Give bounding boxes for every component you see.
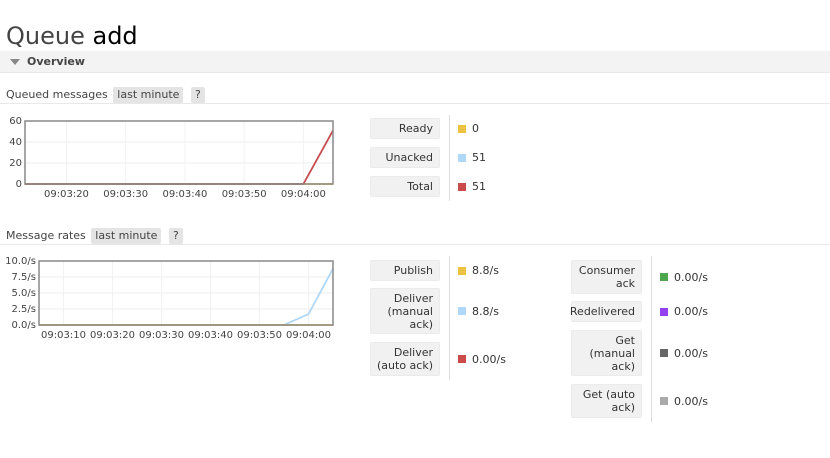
legend-swatch (458, 124, 466, 133)
x-tick-label: 09:03:20 (44, 189, 89, 200)
page-title-prefix: Queue (6, 22, 85, 50)
queued-messages-title: Queued messages (6, 88, 108, 101)
legend-value-text: 8.8/s (472, 264, 499, 277)
legend-value: 0 (458, 119, 479, 139)
legend-label-publish[interactable]: Publish (370, 260, 440, 281)
legend-value: 8.8/s (458, 301, 499, 321)
legend-label-consumer-ack[interactable]: Consumer ack (571, 260, 642, 294)
queued-messages-chart: 0 20 40 60 09:03:20 09:03:30 09:03:40 09:03:50 0… (9, 116, 334, 200)
x-tick-label: 09:04:00 (286, 330, 331, 341)
y-tick-label: 0 (16, 179, 22, 190)
legend-separator (449, 256, 450, 380)
legend-value: 8.8/s (458, 261, 499, 281)
legend-label-deliver-manual-ack[interactable]: Deliver (manual ack) (370, 288, 440, 334)
legend-swatch (458, 307, 466, 315)
legend-swatch (660, 349, 668, 357)
legend-value-text: 0.00/s (674, 270, 708, 284)
collapse-triangle-icon (10, 59, 20, 65)
x-tick-label: 09:03:10 (41, 330, 86, 341)
legend-separator (449, 115, 450, 201)
legend-value: 0.00/s (660, 302, 708, 322)
y-tick-label: 2.5/s (12, 304, 36, 315)
legend-swatch (458, 355, 466, 363)
queue-name: add (92, 22, 138, 50)
legend-value-text: 51 (472, 180, 486, 193)
legend-label-deliver-auto-ack[interactable]: Deliver (auto ack) (370, 342, 440, 376)
plot-frame (24, 120, 334, 185)
legend-value: 0.00/s (660, 343, 708, 363)
series-line-total (25, 130, 334, 185)
legend-separator (651, 256, 652, 422)
legend-value: 0.00/s (458, 349, 506, 369)
x-tick-label: 09:03:50 (222, 189, 267, 200)
message-rates-range-selector[interactable]: last minute (91, 228, 162, 244)
divider (0, 244, 830, 245)
y-tick-label: 7.5/s (12, 272, 36, 283)
x-tick-label: 09:04:00 (281, 189, 326, 200)
y-tick-label: 40 (9, 137, 22, 148)
legend-swatch (458, 182, 466, 191)
legend-label-unacked[interactable]: Unacked (370, 147, 440, 168)
legend-value: 51 (458, 148, 486, 168)
legend-label-ready[interactable]: Ready (370, 118, 440, 139)
overview-section-toggle[interactable]: Overview (0, 51, 830, 73)
legend-label-get-manual-ack[interactable]: Get (manual ack) (571, 330, 642, 376)
divider (0, 103, 830, 104)
legend-label-redelivered[interactable]: Redelivered (570, 301, 642, 322)
x-tick-label: 09:03:20 (90, 330, 135, 341)
y-tick-label: 10.0/s (5, 256, 36, 267)
series-line-unacked (25, 130, 334, 185)
legend-value-text: 0 (472, 122, 479, 135)
legend-label-total[interactable]: Total (370, 176, 440, 197)
y-tick-label: 0.0/s (12, 320, 36, 331)
message-rates-chart: 0.0/s 2.5/s 5.0/s 7.5/s 10.0/s 09:03:10 09:03:… (5, 256, 334, 341)
queued-messages-heading: Queued messages last minute ? (6, 87, 205, 103)
legend-value: 0.00/s (660, 267, 708, 287)
queued-messages-range-selector[interactable]: last minute (113, 87, 184, 103)
message-rates-title: Message rates (6, 229, 86, 242)
legend-label-get-auto-ack[interactable]: Get (auto ack) (571, 384, 642, 418)
y-tick-label: 5.0/s (12, 288, 36, 299)
y-tick-label: 60 (9, 116, 22, 127)
x-tick-label: 09:03:40 (162, 189, 207, 200)
legend-swatch (458, 153, 466, 162)
page-title: Queue add (6, 22, 138, 50)
legend-swatch (458, 266, 466, 275)
legend-value: 51 (458, 177, 486, 197)
x-tick-label: 09:03:30 (139, 330, 184, 341)
legend-value-text: 0.00/s (674, 346, 708, 360)
x-tick-label: 09:03:40 (188, 330, 233, 341)
queued-messages-help-button[interactable]: ? (190, 87, 205, 103)
x-tick-label: 09:03:30 (103, 189, 148, 200)
legend-value: 0.00/s (660, 391, 708, 411)
legend-swatch (660, 273, 668, 281)
x-tick-label: 09:03:50 (237, 330, 282, 341)
legend-value-text: 0.00/s (674, 305, 708, 318)
overview-section-label: Overview (27, 55, 85, 68)
legend-value-text: 51 (472, 151, 486, 164)
legend-swatch (660, 307, 668, 316)
message-rates-help-button[interactable]: ? (168, 228, 183, 244)
legend-value-text: 8.8/s (472, 304, 499, 318)
legend-value-text: 0.00/s (472, 352, 506, 366)
legend-swatch (660, 397, 668, 405)
y-tick-label: 20 (9, 158, 22, 169)
message-rates-heading: Message rates last minute ? (6, 228, 183, 244)
legend-value-text: 0.00/s (674, 394, 708, 408)
